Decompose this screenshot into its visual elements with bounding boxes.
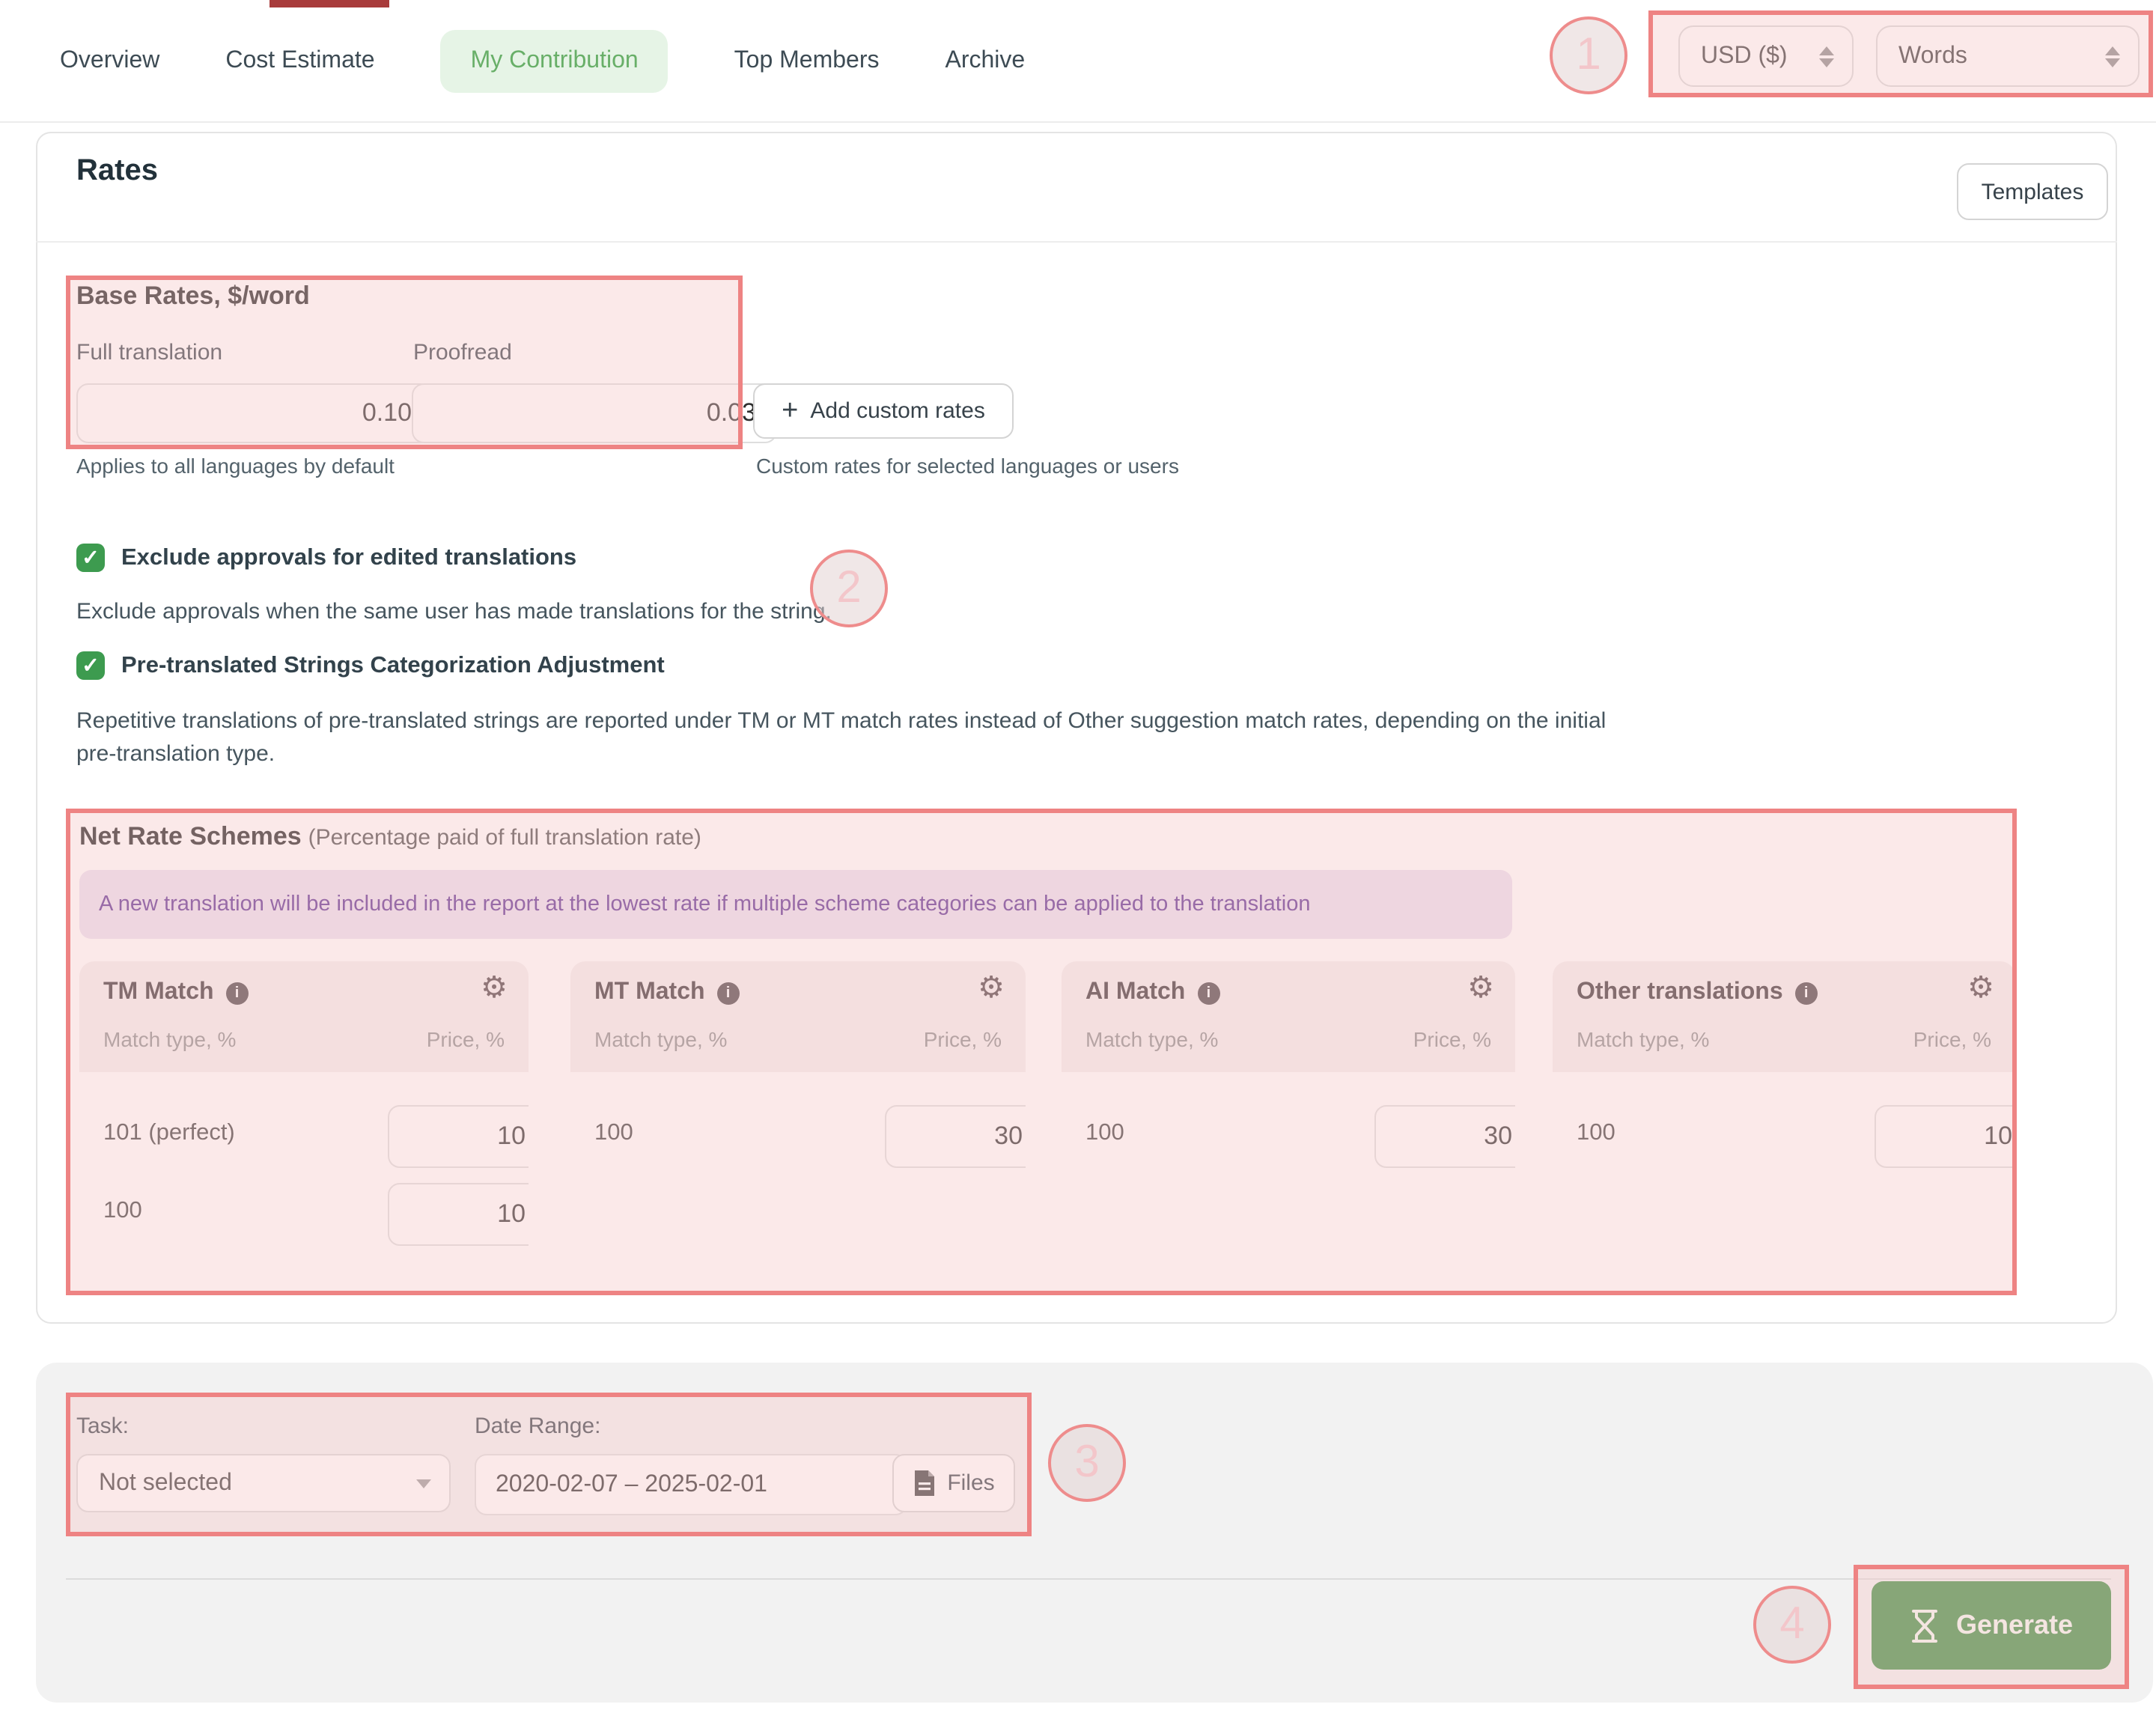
info-icon[interactable]: i	[226, 982, 249, 1004]
panel-divider	[66, 1578, 2111, 1580]
match-type-value: 100	[1085, 1120, 1124, 1147]
info-icon[interactable]: i	[1197, 982, 1219, 1004]
tab-archive[interactable]: Archive	[945, 48, 1026, 75]
match-type-value: 100	[103, 1198, 142, 1225]
mt-match-title: MT Match i	[594, 979, 740, 1006]
report-generation-page: Overview Cost Estimate My Contribution T…	[0, 0, 2156, 1719]
unit-select[interactable]: Words	[1876, 25, 2140, 87]
tab-top-members[interactable]: Top Members	[734, 48, 880, 75]
file-icon	[913, 1470, 935, 1496]
pretranslated-adjustment-description: Repetitive translations of pre-translate…	[76, 705, 1633, 771]
files-button[interactable]: Files	[892, 1454, 1015, 1512]
pretranslated-adjustment-label: Pre-translated Strings Categorization Ad…	[121, 653, 665, 680]
pretranslated-adjustment-checkbox[interactable]: ✓	[76, 651, 105, 680]
price-column-header: Price, %	[924, 1027, 1002, 1051]
info-icon[interactable]: i	[717, 982, 740, 1004]
templates-button[interactable]: Templates	[1957, 163, 2108, 220]
hourglass-icon	[1910, 1607, 1941, 1643]
add-custom-rates-button[interactable]: + Add custom rates	[753, 383, 1014, 439]
templates-button-label: Templates	[1982, 179, 2084, 204]
exclude-approvals-label: Exclude approvals for edited translation…	[121, 545, 576, 572]
net-rate-schemes-title: Net Rate Schemes (Percentage paid of ful…	[79, 822, 701, 852]
files-button-label: Files	[947, 1470, 994, 1496]
info-icon[interactable]: i	[1795, 982, 1818, 1004]
tab-overview[interactable]: Overview	[60, 48, 159, 75]
match-type-value: 100	[1577, 1120, 1616, 1147]
ai-match-card-header	[1062, 961, 1515, 1072]
gear-icon[interactable]: ⚙	[1967, 973, 1994, 1003]
rates-card-header	[36, 132, 2117, 243]
date-range-label: Date Range:	[475, 1414, 600, 1439]
tm-100-price-input[interactable]	[388, 1183, 529, 1246]
generate-button[interactable]: Generate	[1872, 1581, 2111, 1670]
task-select-value: Not selected	[99, 1470, 232, 1497]
sort-arrows-icon	[2105, 46, 2120, 67]
match-type-column-header: Match type, %	[1577, 1027, 1709, 1051]
tm-match-title-text: TM Match	[103, 979, 214, 1006]
mt-match-card-header	[570, 961, 1026, 1072]
exclude-approvals-checkbox[interactable]: ✓	[76, 544, 105, 572]
match-type-column-header: Match type, %	[1085, 1027, 1218, 1051]
ai-100-price-input[interactable]	[1374, 1105, 1515, 1168]
other-translations-card-header	[1553, 961, 2015, 1072]
proofread-label: Proofread	[413, 340, 512, 365]
gear-icon[interactable]: ⚙	[1467, 973, 1494, 1003]
report-tabs: Overview Cost Estimate My Contribution T…	[60, 27, 1025, 96]
generation-panel	[36, 1363, 2153, 1703]
proofread-rate-input[interactable]	[412, 383, 777, 443]
currency-select[interactable]: USD ($)	[1678, 25, 1854, 87]
mt-match-card: MT Match i ⚙ Match type, % Price, % 100	[570, 961, 1026, 1282]
tm-match-title: TM Match i	[103, 979, 249, 1006]
other-translations-card: Other translations i ⚙ Match type, % Pri…	[1553, 961, 2015, 1282]
unit-select-value: Words	[1898, 43, 1967, 70]
net-rate-schemes-title-text: Net Rate Schemes	[79, 822, 302, 851]
tm-101-price-input[interactable]	[388, 1105, 529, 1168]
match-type-value: 101 (perfect)	[103, 1120, 235, 1147]
full-translation-rate-input[interactable]	[76, 383, 433, 443]
plus-icon: +	[782, 397, 798, 425]
gear-icon[interactable]: ⚙	[481, 973, 508, 1003]
gear-icon[interactable]: ⚙	[978, 973, 1005, 1003]
mt-match-title-text: MT Match	[594, 979, 705, 1006]
rates-card-title: Rates	[76, 154, 158, 189]
sort-arrows-icon	[1819, 46, 1834, 67]
match-type-value: 100	[594, 1120, 633, 1147]
net-rate-schemes-subtitle: (Percentage paid of full translation rat…	[308, 825, 701, 851]
other-translations-title: Other translations i	[1577, 979, 1818, 1006]
match-type-column-header: Match type, %	[103, 1027, 236, 1051]
ai-match-title: AI Match i	[1085, 979, 1219, 1006]
ai-match-card: AI Match i ⚙ Match type, % Price, % 100	[1062, 961, 1515, 1282]
match-type-column-header: Match type, %	[594, 1027, 727, 1051]
tab-my-contribution[interactable]: My Contribution	[441, 30, 669, 93]
lowest-rate-banner-text: A new translation will be included in th…	[99, 892, 1311, 916]
task-select[interactable]: Not selected	[76, 1454, 451, 1512]
chevron-down-icon	[416, 1479, 431, 1488]
tm-match-card-header	[79, 961, 529, 1072]
exclude-approvals-description: Exclude approvals when the same user has…	[76, 596, 832, 629]
ai-match-title-text: AI Match	[1085, 979, 1185, 1006]
price-column-header: Price, %	[1413, 1027, 1491, 1051]
generate-button-label: Generate	[1956, 1610, 2073, 1641]
currency-select-value: USD ($)	[1701, 43, 1788, 70]
base-rates-title: Base Rates, $/word	[76, 282, 310, 311]
lowest-rate-banner: A new translation will be included in th…	[79, 870, 1512, 939]
tm-match-card: TM Match i ⚙ Match type, % Price, % 101 …	[79, 961, 529, 1282]
price-column-header: Price, %	[1913, 1027, 1991, 1051]
tab-cost-estimate[interactable]: Cost Estimate	[225, 48, 374, 75]
mt-100-price-input[interactable]	[885, 1105, 1026, 1168]
other-100-price-input[interactable]	[1875, 1105, 2015, 1168]
checkmark-icon: ✓	[82, 653, 99, 678]
full-translation-label: Full translation	[76, 340, 222, 365]
task-label: Task:	[76, 1414, 129, 1439]
checkmark-icon: ✓	[82, 545, 99, 571]
other-translations-title-text: Other translations	[1577, 979, 1783, 1006]
price-column-header: Price, %	[427, 1027, 505, 1051]
date-range-input[interactable]	[475, 1454, 907, 1515]
custom-rates-note: Custom rates for selected languages or u…	[756, 454, 1179, 478]
base-rates-note: Applies to all languages by default	[76, 454, 395, 478]
add-custom-rates-label: Add custom rates	[810, 398, 984, 424]
